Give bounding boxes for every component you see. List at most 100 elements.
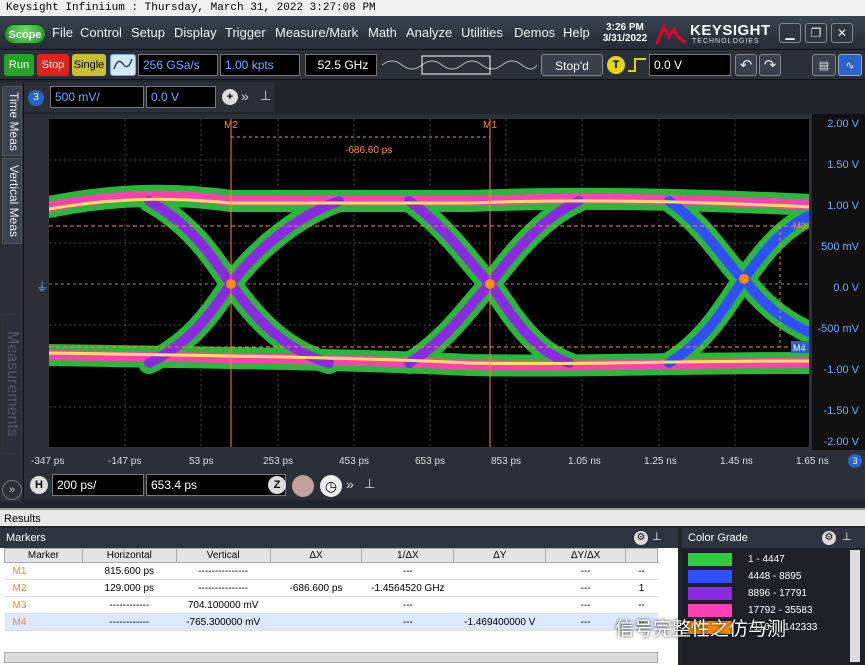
- horizontal-scrollbar[interactable]: [4, 652, 658, 663]
- y-tick: 500 mV: [821, 241, 859, 253]
- window-title: Keysight Infiniium : Thursday, March 31,…: [0, 0, 865, 16]
- color-swatch: [688, 553, 732, 566]
- add-channel-icon[interactable]: +: [222, 89, 238, 105]
- auto-scale-icon[interactable]: ∿: [838, 54, 862, 76]
- menu-setup[interactable]: Setup: [131, 25, 165, 40]
- table-cell: [270, 613, 362, 631]
- menu-trigger[interactable]: Trigger: [225, 25, 266, 40]
- color-grade-gear-icon[interactable]: ⚙: [822, 531, 836, 545]
- marker-m3-label: M3: [793, 221, 806, 231]
- table-row[interactable]: M4 ------------ -765.300000 mV --- -1.469400…: [4, 613, 658, 631]
- table-cell: [453, 596, 546, 614]
- clock-icon[interactable]: ◷: [320, 475, 342, 497]
- col-vertical[interactable]: Vertical: [175, 548, 271, 563]
- maximize-button[interactable]: ❐: [805, 23, 827, 43]
- acquisition-mode-icon[interactable]: [110, 54, 136, 76]
- control-toolbar: Run Stop Single 256 GSa/s 1.00 kpts 52.5…: [0, 50, 865, 80]
- col-marker[interactable]: Marker: [4, 548, 83, 563]
- minimize-button[interactable]: ▁: [779, 23, 801, 43]
- tab-measurements[interactable]: Measurements: [2, 314, 22, 454]
- sample-rate-field[interactable]: 256 GSa/s: [138, 54, 218, 76]
- scope-button[interactable]: Scope: [4, 24, 46, 44]
- color-swatch: [688, 570, 732, 583]
- pin-color-grade-icon[interactable]: ⊥: [842, 530, 852, 543]
- trigger-level-field[interactable]: 0.0 V: [649, 54, 731, 76]
- marker-m2-label: M2: [224, 120, 238, 131]
- y-tick: 1.50 V: [827, 159, 859, 171]
- expand-panel-icon[interactable]: »: [2, 480, 22, 500]
- channel-scale-field[interactable]: 500 mV/: [50, 86, 144, 108]
- x-tick: 1.45 ns: [720, 456, 753, 467]
- col-delta-x[interactable]: ΔX: [269, 548, 363, 563]
- undo-icon[interactable]: ↶: [735, 54, 757, 76]
- col-delta-y[interactable]: ΔY: [453, 548, 547, 563]
- channel-badge[interactable]: 3: [28, 90, 44, 106]
- menu-help[interactable]: Help: [563, 25, 590, 40]
- clock: 3:26 PM 3/31/2022: [598, 22, 652, 44]
- menu-display[interactable]: Display: [174, 25, 217, 40]
- waveform-overview-icon: [382, 55, 537, 75]
- redo-icon[interactable]: ↷: [759, 54, 781, 76]
- zoom-icon[interactable]: Z: [268, 476, 286, 494]
- eye-diagram-display[interactable]: M2 M1 -686.60 ps M3 M4: [48, 118, 810, 448]
- stop-button[interactable]: Stop: [37, 54, 69, 76]
- time-scale-field[interactable]: 200 ps/: [52, 474, 144, 496]
- vertical-scrollbar[interactable]: [850, 550, 860, 662]
- reference-icon[interactable]: [292, 475, 314, 497]
- horizontal-badge[interactable]: H: [30, 476, 48, 494]
- ground-reference-icon[interactable]: ⏚: [36, 278, 48, 295]
- settings-gear-icon[interactable]: ⚙: [634, 531, 648, 545]
- tab-time-meas[interactable]: Time Meas: [2, 86, 22, 156]
- pin-icon[interactable]: ⊥: [260, 88, 271, 104]
- marker-name-cell: M3: [4, 596, 83, 614]
- table-cell: -765.300000 mV: [176, 613, 271, 631]
- rising-edge-icon[interactable]: [627, 56, 647, 74]
- menu-bar: Scope File Control Setup Display Trigger…: [0, 16, 865, 50]
- x-tick: 653 ps: [415, 456, 446, 467]
- table-cell: ---------------: [176, 579, 271, 597]
- markers-title: Markers: [0, 528, 678, 548]
- single-button[interactable]: Single: [72, 54, 106, 76]
- pin-markers-icon[interactable]: ⊥: [652, 530, 662, 543]
- table-cell: -686.600 ps: [270, 579, 362, 597]
- layout-icon[interactable]: ▤: [812, 54, 836, 76]
- brand-name: KEYSIGHT: [690, 22, 771, 39]
- tab-vertical-meas[interactable]: Vertical Meas: [2, 158, 22, 244]
- expand-channel-icon[interactable]: »: [241, 88, 249, 104]
- marker-name-cell: M4: [4, 613, 83, 631]
- bandwidth-field[interactable]: 52.5 GHz: [305, 54, 377, 76]
- pin-timebase-icon[interactable]: ⊥: [364, 476, 375, 492]
- menu-control[interactable]: Control: [80, 25, 122, 40]
- table-cell: ---: [545, 596, 626, 614]
- channel-axis-badge[interactable]: 3: [848, 454, 862, 468]
- menu-file[interactable]: File: [52, 25, 73, 40]
- menu-measure-mark[interactable]: Measure/Mark: [275, 25, 358, 40]
- col-inverse-delta-x[interactable]: 1/ΔX: [361, 548, 455, 563]
- channel-offset-field[interactable]: 0.0 V: [146, 86, 216, 108]
- menu-math[interactable]: Math: [368, 25, 397, 40]
- x-tick: -347 ps: [31, 456, 65, 467]
- time-position-field[interactable]: 653.4 ps: [146, 474, 286, 496]
- memory-depth-field[interactable]: 1.00 kpts: [220, 54, 300, 76]
- table-row[interactable]: M1 815.600 ps --------------- --- --- --: [4, 562, 658, 580]
- color-grade-label: 1 - 4447: [748, 554, 785, 565]
- col-delta-y-over-delta-x[interactable]: ΔY/ΔX: [545, 548, 627, 563]
- y-tick: 1.00 V: [827, 200, 859, 212]
- clock-date: 3/31/2022: [602, 33, 648, 44]
- expand-timebase-icon[interactable]: »: [346, 476, 354, 492]
- menu-utilities[interactable]: Utilities: [461, 25, 503, 40]
- menu-analyze[interactable]: Analyze: [406, 25, 452, 40]
- markers-table: Marker Horizontal Vertical ΔX 1/ΔX ΔY ΔY…: [4, 548, 658, 631]
- close-button[interactable]: ✕: [831, 23, 853, 43]
- markers-panel: Markers ⚙ ⊥ Marker Horizontal Vertical Δ…: [0, 528, 678, 665]
- col-extra: [625, 548, 658, 563]
- table-row[interactable]: M3 ------------ 704.100000 mV --- --- --: [4, 596, 658, 614]
- menu-demos[interactable]: Demos: [514, 25, 555, 40]
- delta-x-readout: -686.60 ps: [345, 145, 392, 156]
- channel-bar: 3 500 mV/ 0.0 V + » ⊥: [24, 82, 274, 112]
- run-button[interactable]: Run: [4, 54, 34, 76]
- trigger-badge[interactable]: T: [607, 56, 625, 74]
- color-grade-panel: Color Grade ⚙ ⊥ 1 - 4447 4448 - 8895 8896 …: [682, 528, 865, 665]
- table-row[interactable]: M2 129.000 ps --------------- -686.600 ps -1…: [4, 579, 658, 597]
- col-horizontal[interactable]: Horizontal: [81, 548, 177, 563]
